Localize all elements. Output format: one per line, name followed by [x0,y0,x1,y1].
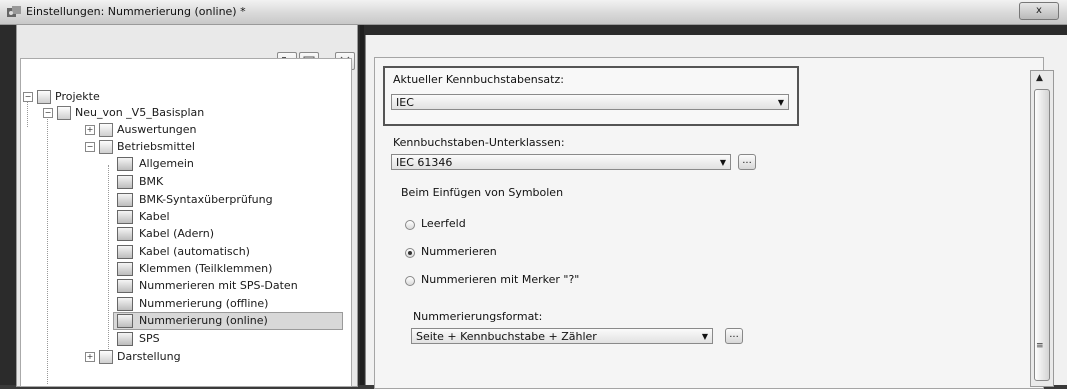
tree-item-label: Nummerierung (online) [139,314,268,327]
tree-item-label: Kabel [139,210,170,223]
page-icon [117,227,133,241]
tree-connector [47,113,48,384]
settings-panel: Aktueller Kennbuchstabensatz: IEC ▼ Kenn… [374,57,1044,389]
dropdown-arrow-icon: ▼ [719,158,726,167]
tree-item-label: Betriebsmittel [117,140,195,153]
format-label: Nummerierungsformat: [413,310,543,323]
folder-icon [37,90,51,104]
scrollbar-grip-icon: ≡ [1036,341,1044,351]
scrollbar-thumb[interactable] [1034,89,1050,381]
dropdown-arrow-icon: ▼ [777,98,784,107]
vertical-scrollbar[interactable]: ▲ ≡ [1030,70,1054,387]
subclasses-browse-button[interactable]: ... [738,154,756,170]
folder-icon [99,123,113,137]
tree-item-label: Klemmen (Teilklemmen) [139,262,273,275]
settings-window: Einstellungen: Nummerierung (online) * x… [0,0,1067,389]
dropdown-arrow-icon: ▼ [701,332,708,341]
page-icon [117,193,133,207]
page-icon [117,297,133,311]
page-icon [117,314,133,328]
radio-nummerieren-merker[interactable] [405,276,415,286]
page-icon [117,245,133,259]
tree-item-label: Kabel (automatisch) [139,245,250,258]
page-icon [117,157,133,171]
radio-label-nummerieren-merker: Nummerieren mit Merker "?" [421,273,580,286]
page-icon [117,262,133,276]
current-set-combo[interactable]: IEC ▼ [391,94,789,110]
settings-app-icon [7,6,21,17]
scroll-up-icon[interactable]: ▲ [1036,73,1043,83]
current-set-label: Aktueller Kennbuchstabensatz: [393,73,564,86]
format-combo[interactable]: Seite + Kennbuchstabe + Zähler ▼ [411,328,713,344]
folder-icon [99,140,113,154]
radio-leerfeld[interactable] [405,220,415,230]
title-bar: Einstellungen: Nummerierung (online) * x [0,0,1067,25]
window-title: Einstellungen: Nummerierung (online) * [26,5,246,18]
pane-splitter[interactable] [360,25,364,385]
settings-tree: − Projekte − Neu_von _V5_Basisplan + Aus… [20,58,352,387]
collapse-icon[interactable]: − [43,108,53,118]
expand-icon[interactable]: + [85,352,95,362]
tree-item-label: Neu_von _V5_Basisplan [75,106,205,119]
page-icon [117,279,133,293]
page-icon [117,332,133,346]
current-set-value: IEC [396,96,414,109]
page-icon [117,175,133,189]
radio-label-nummerieren: Nummerieren [421,245,497,258]
tree-connector [108,165,109,355]
folder-icon [99,350,113,364]
tree-item-label: Darstellung [117,350,181,363]
collapse-icon[interactable]: − [23,92,33,102]
collapse-icon[interactable]: − [85,142,95,152]
close-button[interactable]: x [1019,2,1059,20]
tree-item-label: BMK-Syntaxüberprüfung [139,193,273,206]
tree-item-label: Nummerieren mit SPS-Daten [139,279,298,292]
settings-pane: Aktueller Kennbuchstabensatz: IEC ▼ Kenn… [365,35,1067,389]
expand-icon[interactable]: + [85,125,95,135]
format-browse-button[interactable]: ... [725,328,743,344]
folder-icon [57,106,71,120]
insert-group-label: Beim Einfügen von Symbolen [401,186,564,199]
radio-nummerieren[interactable] [405,248,415,258]
tree-item-label: Allgemein [139,157,194,170]
tree-item-label: Kabel (Adern) [139,227,215,240]
tree-item-label: Projekte [55,90,100,103]
radio-label-leerfeld: Leerfeld [421,217,466,230]
subclasses-label: Kennbuchstaben-Unterklassen: [393,136,565,149]
subclasses-value: IEC 61346 [396,156,453,169]
tree-item-nummerierung-online[interactable]: Nummerierung (online) [113,312,343,330]
subclasses-combo[interactable]: IEC 61346 ▼ [391,154,731,170]
tree-item-label: BMK [139,175,164,188]
page-icon [117,210,133,224]
tree-item-label: Auswertungen [117,123,197,136]
format-value: Seite + Kennbuchstabe + Zähler [416,330,597,343]
tree-item-label: Nummerierung (offline) [139,297,269,310]
tree-item-label: SPS [139,332,160,345]
